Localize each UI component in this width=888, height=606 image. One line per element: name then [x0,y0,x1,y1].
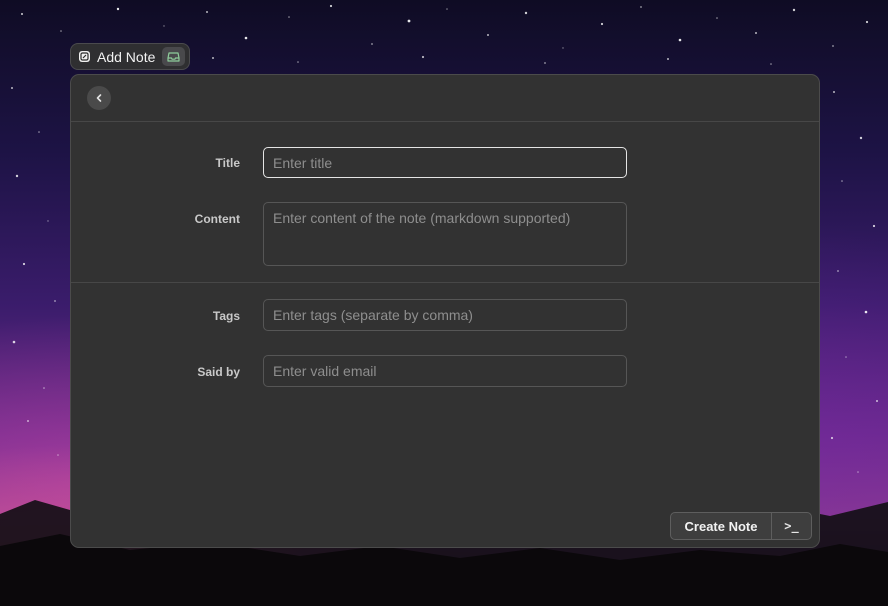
tags-input[interactable] [263,299,627,331]
extension-title: Add Note [97,48,156,65]
inbox-tray-icon[interactable] [162,47,185,66]
content-textarea[interactable] [263,202,627,266]
create-note-label: Create Note [671,513,772,539]
tags-label: Tags [212,309,240,323]
title-label: Title [215,156,240,170]
note-icon [79,51,90,62]
said-by-email-input[interactable] [263,355,627,387]
terminal-icon[interactable]: >_ [772,513,811,539]
create-note-button[interactable]: Create Note >_ [670,512,812,540]
content-label: Content [194,212,240,226]
section-divider [71,282,819,283]
title-input[interactable] [263,147,627,178]
add-note-window: Title Content Tags Said by Create Note >… [70,74,820,548]
extension-title-pill: Add Note [70,43,190,70]
header-divider [71,121,819,122]
chevron-left-icon [96,94,102,102]
back-button[interactable] [87,86,111,110]
said-by-label: Said by [197,365,240,379]
